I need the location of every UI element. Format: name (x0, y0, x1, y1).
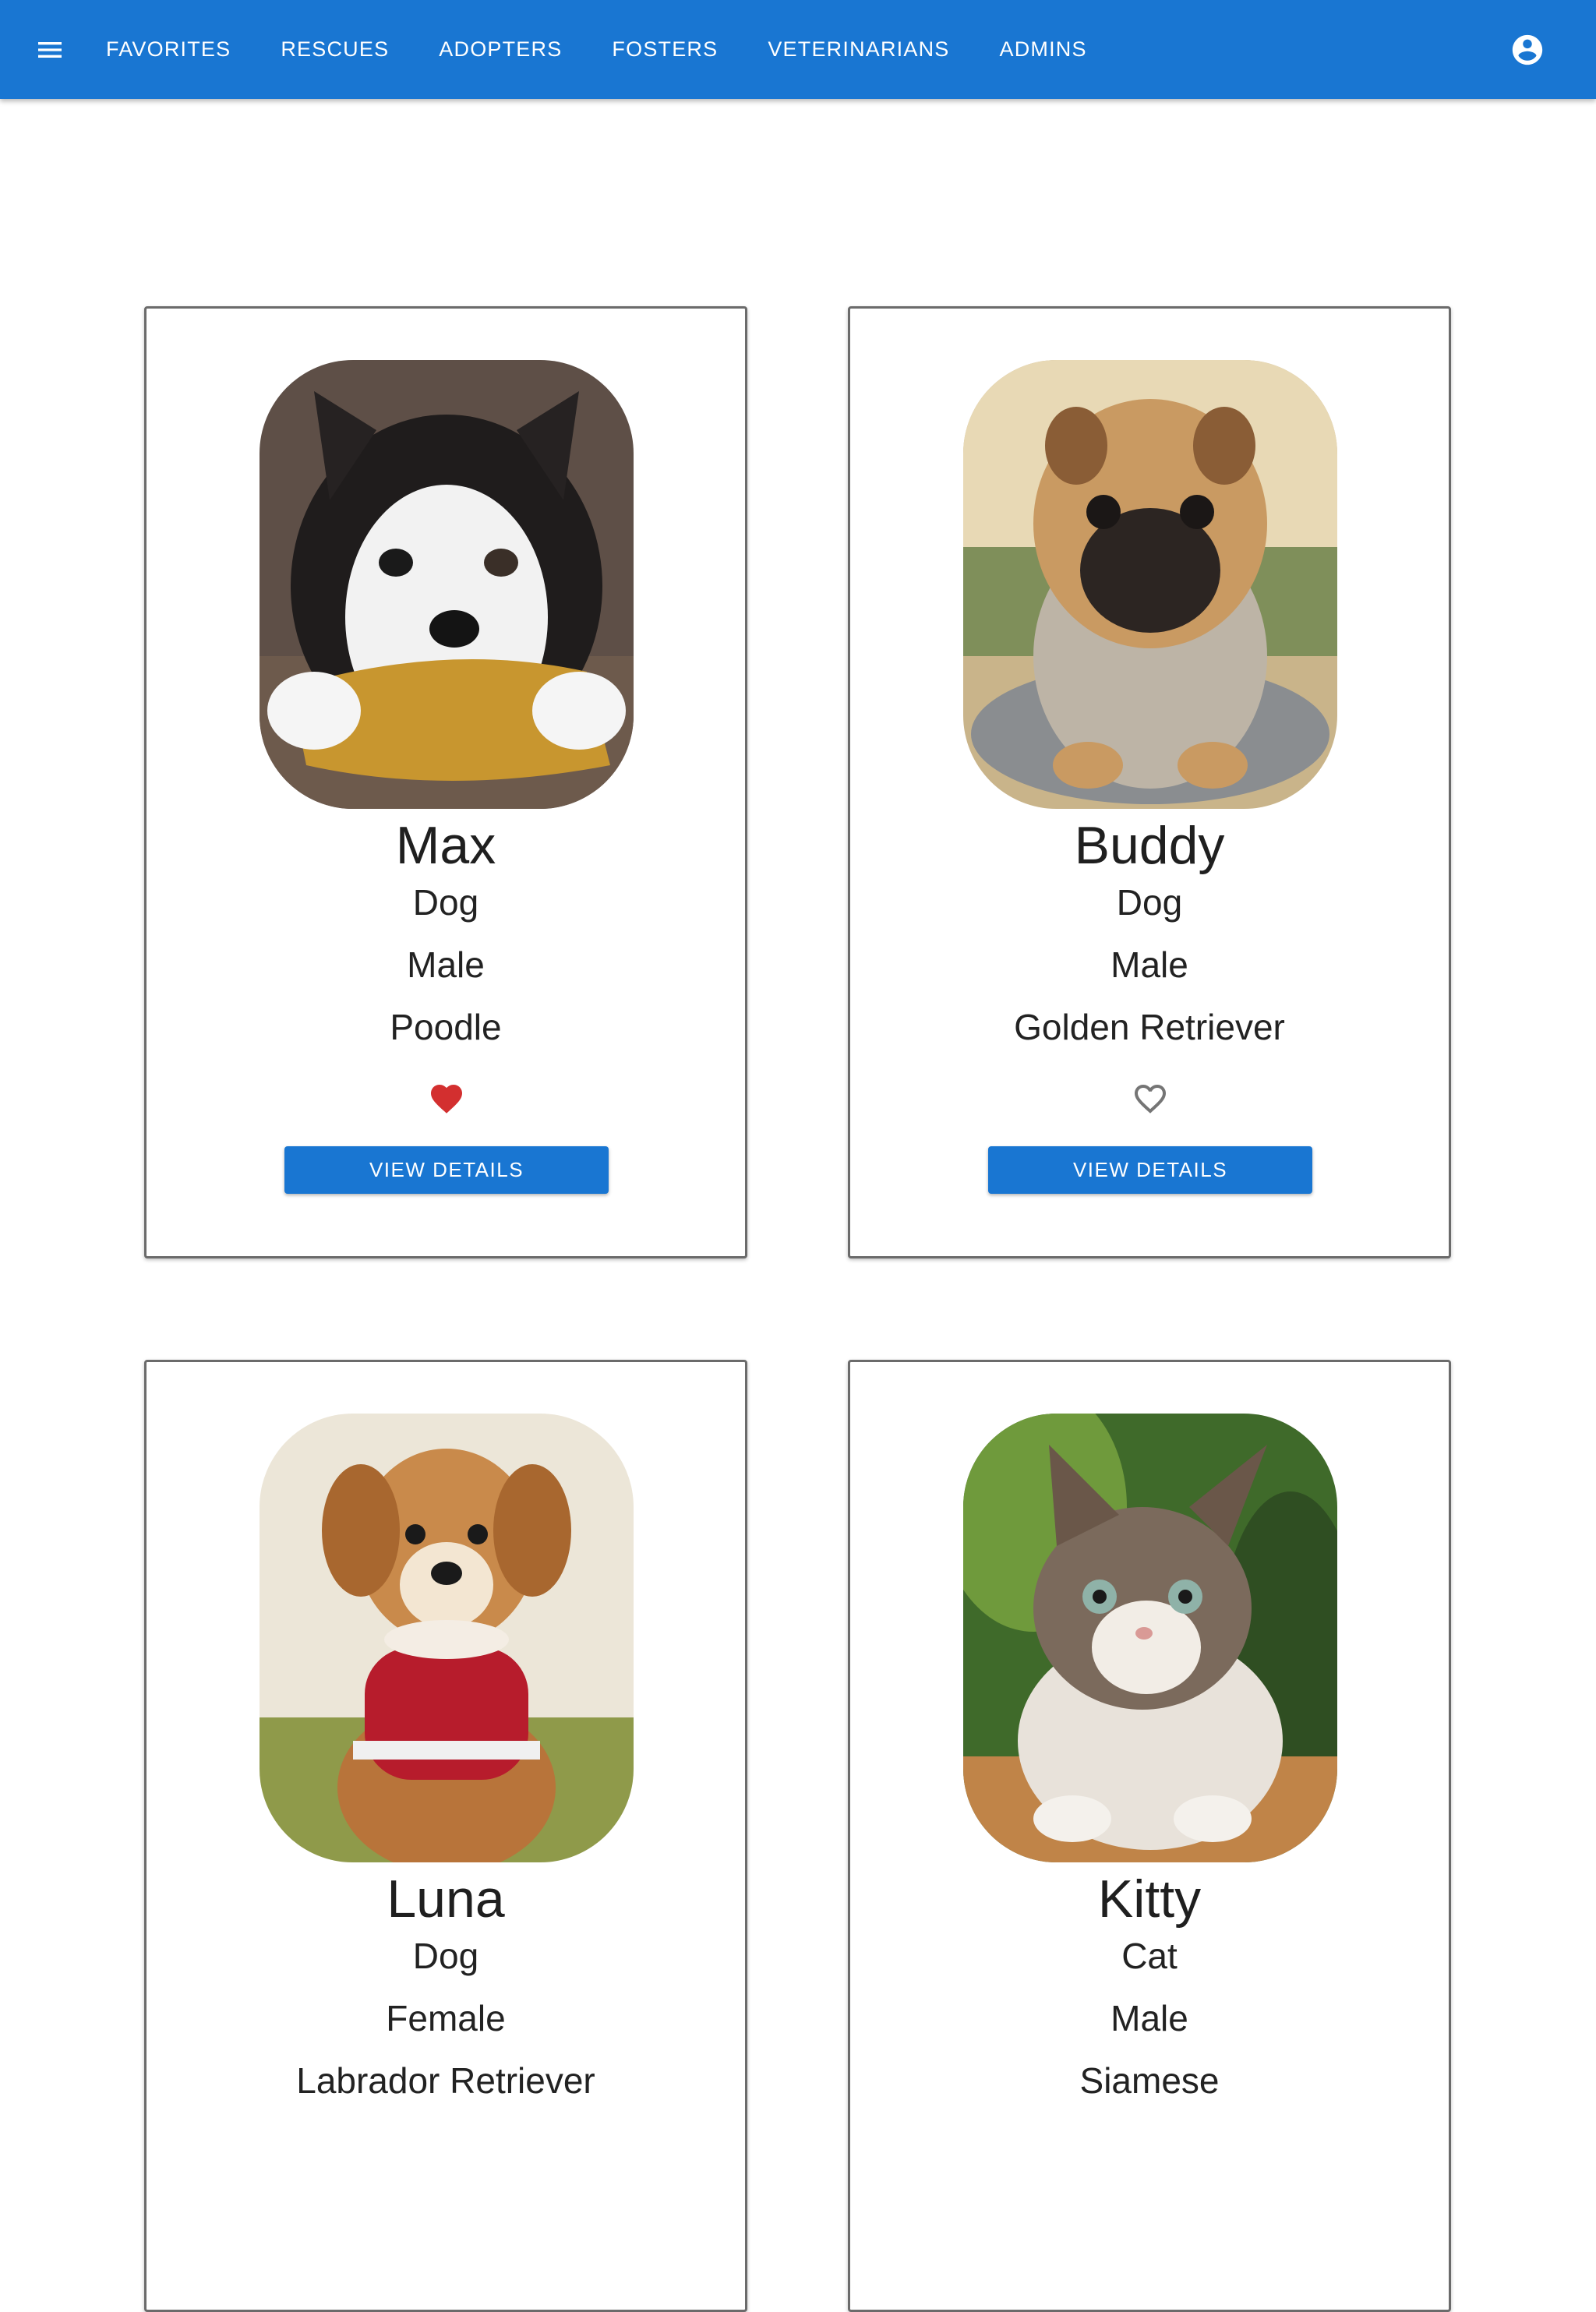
account-circle-icon (1512, 34, 1543, 65)
pet-photo-retriever-puppy (260, 1414, 634, 1862)
pet-card-luna: Luna Dog Female Labrador Retriever (144, 1360, 747, 2312)
view-details-button[interactable]: VIEW DETAILS (284, 1146, 609, 1194)
pet-card-buddy: Buddy Dog Male Golden Retriever VIEW DET… (848, 306, 1451, 1258)
pet-name: Buddy (1074, 816, 1225, 875)
menu-button[interactable] (31, 31, 69, 69)
nav-veterinarians[interactable]: VETERINARIANS (768, 37, 949, 62)
app-bar: FAVORITES RESCUES ADOPTERS FOSTERS VETER… (0, 0, 1596, 99)
main-nav: FAVORITES RESCUES ADOPTERS FOSTERS VETER… (106, 0, 1137, 99)
pet-photo-kitten (963, 1414, 1337, 1862)
pet-breed: Golden Retriever (1014, 1007, 1285, 1047)
nav-rescues[interactable]: RESCUES (281, 37, 389, 62)
pet-gender: Female (386, 1998, 506, 2038)
pet-gender: Male (407, 944, 485, 985)
pet-name: Luna (387, 1869, 505, 1929)
view-details-button[interactable]: VIEW DETAILS (988, 1146, 1312, 1194)
pet-breed: Labrador Retriever (296, 2060, 595, 2101)
pet-gender: Male (1110, 1998, 1188, 2038)
pet-species: Dog (412, 1936, 479, 1976)
pet-card-max: Max Dog Male Poodle VIEW DETAILS (144, 306, 747, 1258)
nav-fosters[interactable]: FOSTERS (612, 37, 718, 62)
pet-card-kitty: Kitty Cat Male Siamese (848, 1360, 1451, 2312)
pet-species: Dog (1116, 882, 1183, 923)
pet-photo-husky-puppy (260, 360, 634, 809)
heart-filled-icon[interactable] (428, 1080, 465, 1117)
nav-adopters[interactable]: ADOPTERS (439, 37, 562, 62)
heart-outline-icon[interactable] (1132, 1080, 1169, 1117)
pet-species: Dog (412, 882, 479, 923)
pet-name: Max (395, 816, 496, 875)
pet-breed: Poodle (390, 1007, 502, 1047)
menu-icon (38, 42, 62, 58)
nav-favorites[interactable]: FAVORITES (106, 37, 231, 62)
pet-name: Kitty (1097, 1869, 1202, 1929)
pet-photo-pug-puppy (963, 360, 1337, 809)
account-button[interactable] (1509, 31, 1546, 69)
pet-breed: Siamese (1079, 2060, 1220, 2101)
nav-admins[interactable]: ADMINS (1000, 37, 1087, 62)
pet-species: Cat (1121, 1936, 1178, 1976)
pet-gender: Male (1110, 944, 1188, 985)
